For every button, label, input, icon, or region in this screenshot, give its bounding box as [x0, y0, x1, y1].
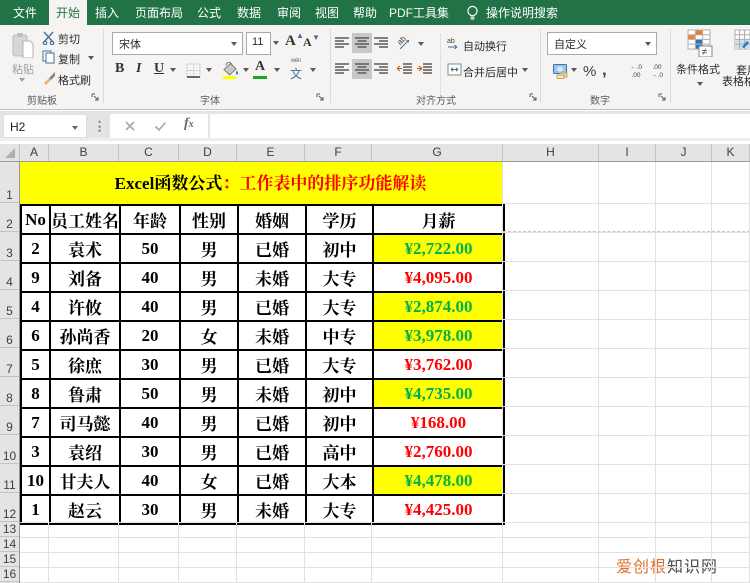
svg-text:≠: ≠: [702, 47, 708, 57]
svg-text:ab: ab: [447, 38, 455, 45]
svg-text:ab: ab: [398, 35, 408, 47]
